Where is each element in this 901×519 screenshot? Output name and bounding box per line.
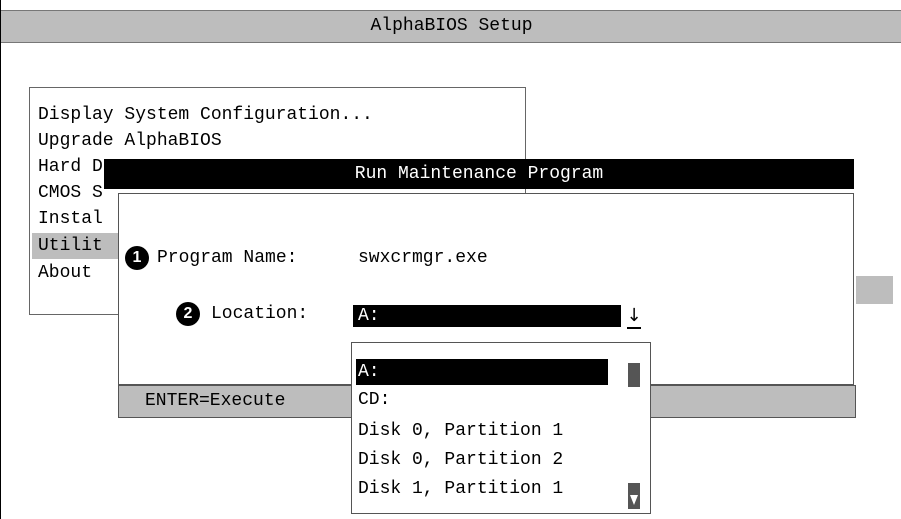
dropdown-option[interactable]: Disk 0, Partition 1 <box>358 418 563 444</box>
callout-1-icon: 1 <box>125 246 149 270</box>
menu-item-about[interactable]: About <box>38 260 92 286</box>
callout-2-icon: 2 <box>176 302 200 326</box>
dropdown-option[interactable]: Disk 1, Partition 1 <box>358 476 563 502</box>
location-label: Location: <box>211 304 309 324</box>
menu-item-display-system-configuration[interactable]: Display System Configuration... <box>38 102 373 128</box>
dropdown-option[interactable]: A: <box>356 359 608 385</box>
menu-item-cmos-setup[interactable]: CMOS S <box>38 180 103 206</box>
app-title-bar: AlphaBIOS Setup <box>1 10 901 43</box>
location-select[interactable]: A: <box>353 305 621 327</box>
dropdown-option[interactable]: CD: <box>358 387 390 413</box>
menu-item-install[interactable]: Instal <box>38 206 103 232</box>
status-text: ENTER=Execute <box>145 391 286 411</box>
down-arrow-icon[interactable]: ↓ <box>625 305 643 329</box>
dialog-title-bar: Run Maintenance Program <box>104 159 854 189</box>
app-title: AlphaBIOS Setup <box>370 16 533 36</box>
menu-item-hard-disk[interactable]: Hard D <box>38 154 103 180</box>
scroll-down-arrow-icon[interactable] <box>628 483 640 509</box>
location-dropdown-list: A: CD: Disk 0, Partition 1 Disk 0, Parti… <box>351 342 651 514</box>
scrollbar-thumb[interactable] <box>628 363 640 387</box>
program-name-label: Program Name: <box>157 248 298 268</box>
dialog-title: Run Maintenance Program <box>354 164 604 184</box>
menu-item-upgrade-alphabios[interactable]: Upgrade AlphaBIOS <box>38 128 222 154</box>
dropdown-option[interactable]: Disk 0, Partition 2 <box>358 447 563 473</box>
program-name-field[interactable]: swxcrmgr.exe <box>358 245 488 271</box>
bios-screen: AlphaBIOS Setup Display System Configura… <box>0 0 901 519</box>
background-highlight <box>856 276 893 304</box>
